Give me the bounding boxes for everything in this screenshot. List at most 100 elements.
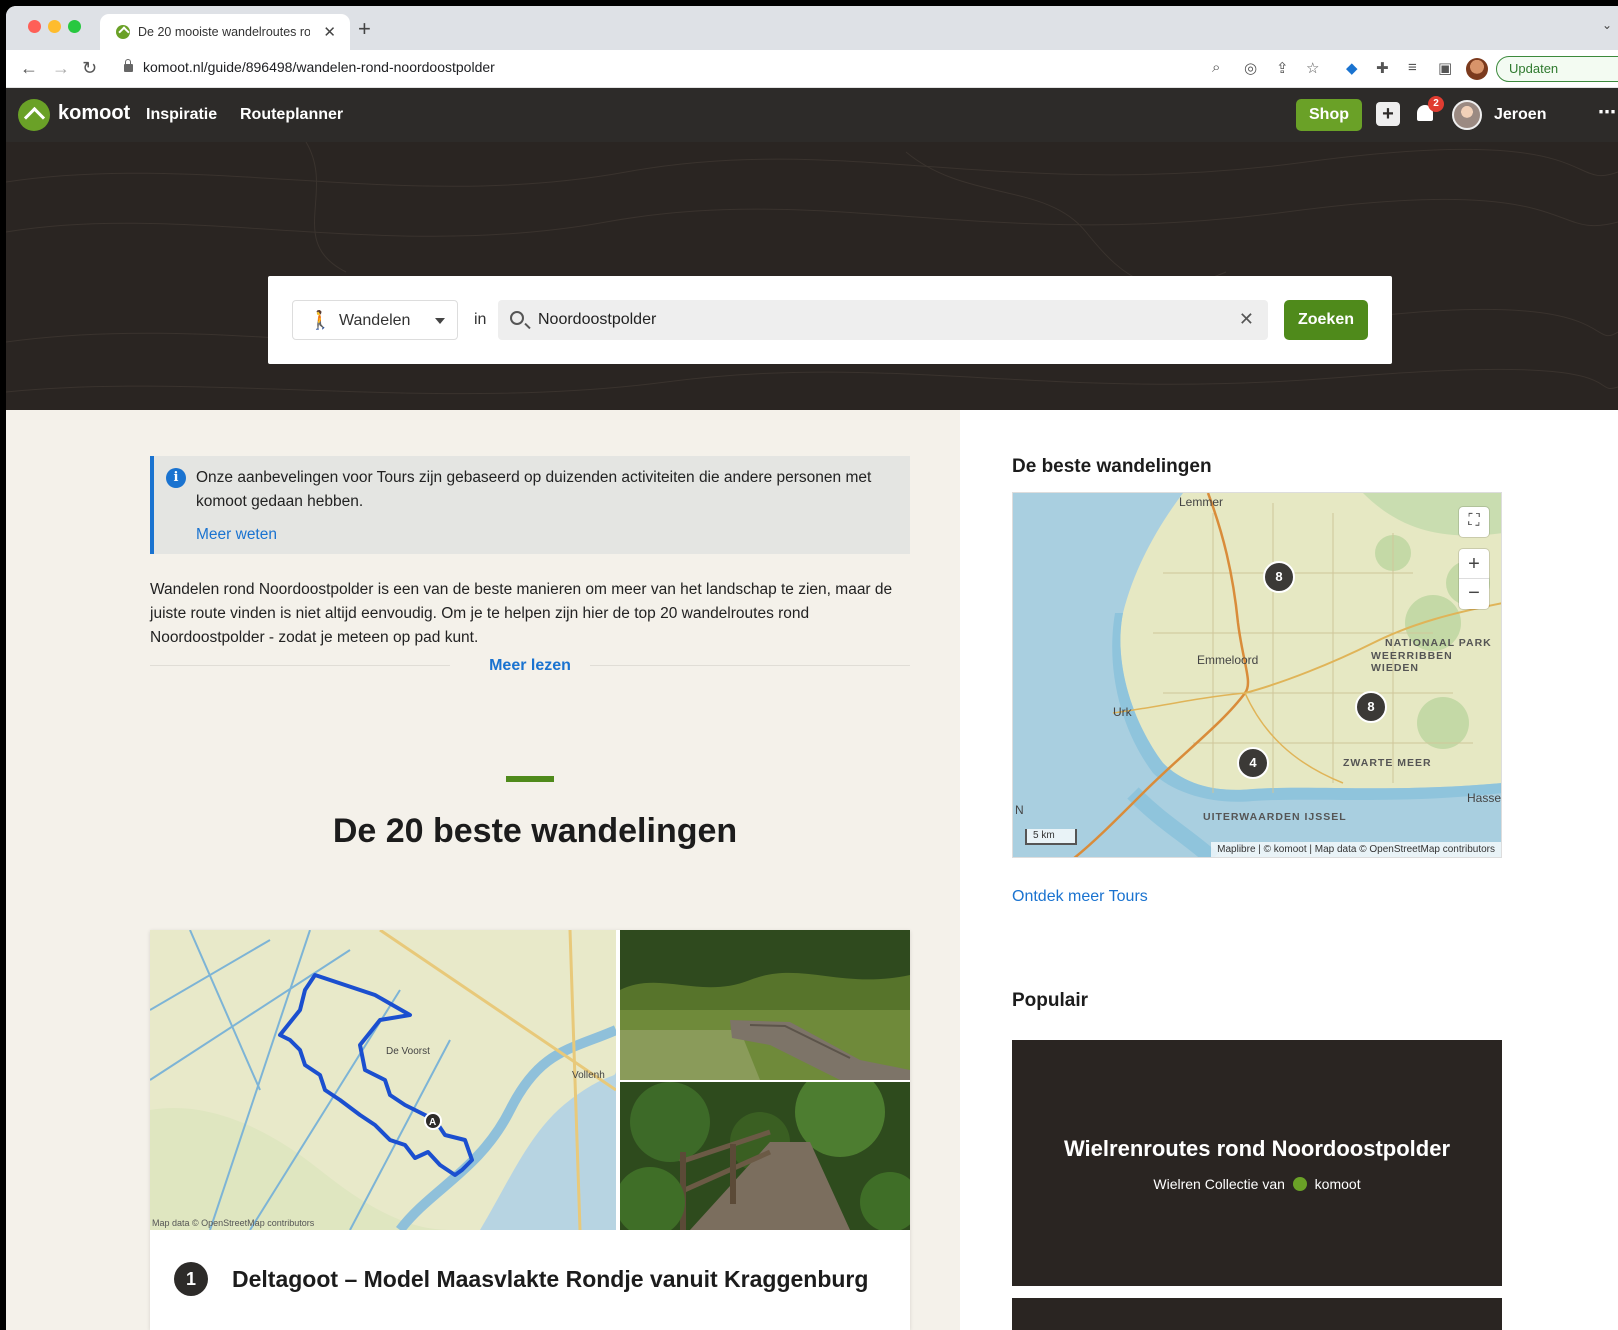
tour-photo-boardwalk[interactable]	[620, 930, 910, 1080]
map-cluster-marker[interactable]: 8	[1355, 691, 1387, 723]
map-place-urk: Urk	[1113, 705, 1132, 719]
collection-card-next[interactable]	[1012, 1298, 1502, 1330]
discover-more-tours-link[interactable]: Ontdek meer Tours	[1012, 888, 1148, 906]
learn-more-link[interactable]: Meer weten	[196, 526, 277, 544]
boardwalk-photo	[620, 930, 910, 1080]
location-search-input[interactable]	[538, 300, 1218, 340]
maximize-window-button[interactable]	[68, 20, 81, 33]
collection-title: Wielrenroutes rond Noordoostpolder	[1063, 1136, 1451, 1161]
map-place-n: N	[1015, 803, 1024, 817]
sport-select[interactable]: 🚶 Wandelen	[292, 300, 458, 340]
tour-card[interactable]: A De Voorst Vollenh Map data © OpenStree…	[150, 930, 910, 1330]
map-credit: Map data © OpenStreetMap contributors	[152, 1218, 315, 1228]
zoom-icon[interactable]: ⌕	[1212, 59, 1220, 76]
in-label: in	[474, 311, 487, 328]
chevron-down-icon[interactable]: ⌄	[1602, 18, 1612, 32]
media-queue-icon[interactable]: ≡	[1408, 59, 1417, 76]
drop-extension-icon[interactable]: ◆	[1346, 59, 1358, 77]
extensions-puzzle-icon[interactable]: ✚	[1376, 59, 1389, 77]
hiker-icon: 🚶	[309, 310, 332, 330]
map-scale: 5 km	[1025, 829, 1077, 845]
minimize-window-button[interactable]	[48, 20, 61, 33]
new-tab-button[interactable]: +	[358, 16, 371, 42]
caret-down-icon	[435, 318, 445, 324]
eye-off-icon[interactable]: ◎	[1244, 59, 1257, 77]
browser-window: De 20 mooiste wandelroutes rond Noordoos…	[6, 6, 1618, 1330]
overview-map[interactable]: Lemmer Emmeloord Urk NATIONAAL PARK WEER…	[1012, 492, 1502, 858]
map-place-lemmer: Lemmer	[1179, 495, 1224, 509]
update-browser-button[interactable]: Updaten	[1496, 56, 1618, 82]
tour-map[interactable]: A De Voorst Vollenh Map data © OpenStree…	[150, 930, 616, 1230]
reload-icon[interactable]: ↻	[82, 58, 97, 79]
forward-arrow-icon[interactable]: →	[52, 58, 70, 79]
tour-title[interactable]: Deltagoot – Model Maasvlakte Rondje vanu…	[232, 1266, 868, 1293]
user-name[interactable]: Jeroen	[1494, 106, 1546, 124]
fullscreen-icon[interactable]: ⛶	[1459, 507, 1489, 537]
tour-rank-badge: 1	[174, 1262, 208, 1296]
tour-map-graphic: A	[150, 930, 616, 1230]
collection-subtitle: Wielren Collectie van komoot	[1012, 1176, 1502, 1192]
info-icon: i	[166, 468, 186, 488]
map-place-nationaal-park: NATIONAAL PARK	[1385, 637, 1492, 649]
collection-subtitle-brand: komoot	[1314, 1176, 1361, 1192]
notifications-bell-icon[interactable]: 2	[1414, 96, 1444, 126]
search-panel: 🚶 Wandelen in ✕ Zoeken	[268, 276, 1392, 364]
map-place-emmeloord: Emmeloord	[1197, 653, 1259, 667]
zoom-out-icon[interactable]: −	[1459, 579, 1489, 609]
url-text: komoot.nl/guide/896498/wandelen-rond-noo…	[143, 59, 495, 75]
map-place-vollenhove: Vollenh	[572, 1070, 605, 1081]
create-plus-icon[interactable]: +	[1376, 102, 1400, 126]
popular-title: Populair	[1012, 990, 1089, 1011]
sidebar: De beste wandelingen Lemmer Emmeloord Ur…	[960, 410, 1618, 1330]
shop-button[interactable]: Shop	[1296, 99, 1362, 131]
lock-icon	[124, 59, 133, 72]
map-cluster-marker[interactable]: 4	[1237, 747, 1269, 779]
bookmark-star-icon[interactable]: ☆	[1306, 59, 1319, 77]
close-window-button[interactable]	[28, 20, 41, 33]
tour-photo-bridge[interactable]	[620, 1082, 910, 1230]
back-arrow-icon[interactable]: ←	[20, 58, 38, 79]
read-more-link[interactable]: Meer lezen	[150, 657, 910, 675]
more-options-icon[interactable]: ⋯	[1598, 102, 1616, 123]
tab-title: De 20 mooiste wandelroutes rond Noordoos…	[138, 25, 310, 39]
section-title: De 20 beste wandelingen	[332, 812, 738, 850]
bridge-photo	[620, 1082, 910, 1230]
tab-strip: De 20 mooiste wandelroutes rond Noordoos…	[6, 6, 1618, 50]
info-notice: i Onze aanbevelingen voor Tours zijn geb…	[150, 456, 910, 554]
map-place-uiterwaarden-ijssel: UITERWAARDEN IJSSEL	[1203, 811, 1347, 823]
intro-text: Wandelen rond Noordoostpolder is een van…	[150, 581, 893, 646]
map-place-weerribben-wieden: WEERRIBBEN WIEDEN	[1371, 650, 1453, 674]
nav-routeplanner[interactable]: Routeplanner	[240, 106, 343, 124]
notification-badge: 2	[1428, 96, 1444, 112]
map-place-hasselt: Hasse	[1467, 791, 1502, 805]
tab-active[interactable]: De 20 mooiste wandelroutes rond Noordoos…	[100, 14, 350, 50]
komoot-favicon-icon	[116, 25, 130, 39]
map-place-zwarte-meer: ZWARTE MEER	[1343, 757, 1432, 769]
info-text: Onze aanbevelingen voor Tours zijn gebas…	[196, 469, 872, 510]
close-tab-icon[interactable]: ✕	[323, 23, 336, 41]
map-place-de-voorst: De Voorst	[386, 1046, 430, 1057]
zoom-controls: + −	[1459, 549, 1489, 609]
map-attribution[interactable]: Maplibre | © komoot | Map data © OpenStr…	[1211, 842, 1501, 857]
hero-banner: 🚶 Wandelen in ✕ Zoeken	[6, 142, 1618, 410]
brand-name[interactable]: komoot	[58, 102, 130, 125]
location-search-field[interactable]: ✕	[498, 300, 1268, 340]
svg-text:A: A	[429, 1117, 436, 1128]
share-icon[interactable]: ⇪	[1276, 59, 1289, 77]
collection-card[interactable]: Wielrenroutes rond Noordoostpolder Wielr…	[1012, 1040, 1502, 1286]
nav-inspiratie[interactable]: Inspiratie	[146, 106, 217, 124]
side-panel-icon[interactable]: ▣	[1438, 59, 1452, 77]
clear-icon[interactable]: ✕	[1239, 309, 1254, 330]
search-button[interactable]: Zoeken	[1284, 300, 1368, 340]
zoom-in-icon[interactable]: +	[1459, 549, 1489, 579]
user-avatar[interactable]	[1452, 100, 1482, 130]
map-cluster-marker[interactable]: 8	[1263, 561, 1295, 593]
overview-map-graphic	[1013, 493, 1501, 857]
komoot-logo-icon[interactable]	[18, 99, 50, 131]
best-walks-title: De beste wandelingen	[1012, 456, 1212, 477]
address-bar[interactable]: komoot.nl/guide/896498/wandelen-rond-noo…	[124, 59, 495, 75]
komoot-mini-logo-icon	[1292, 1177, 1307, 1191]
sport-select-value: Wandelen	[339, 312, 411, 329]
profile-avatar[interactable]	[1466, 58, 1488, 80]
read-more-row: Meer lezen	[150, 654, 910, 678]
